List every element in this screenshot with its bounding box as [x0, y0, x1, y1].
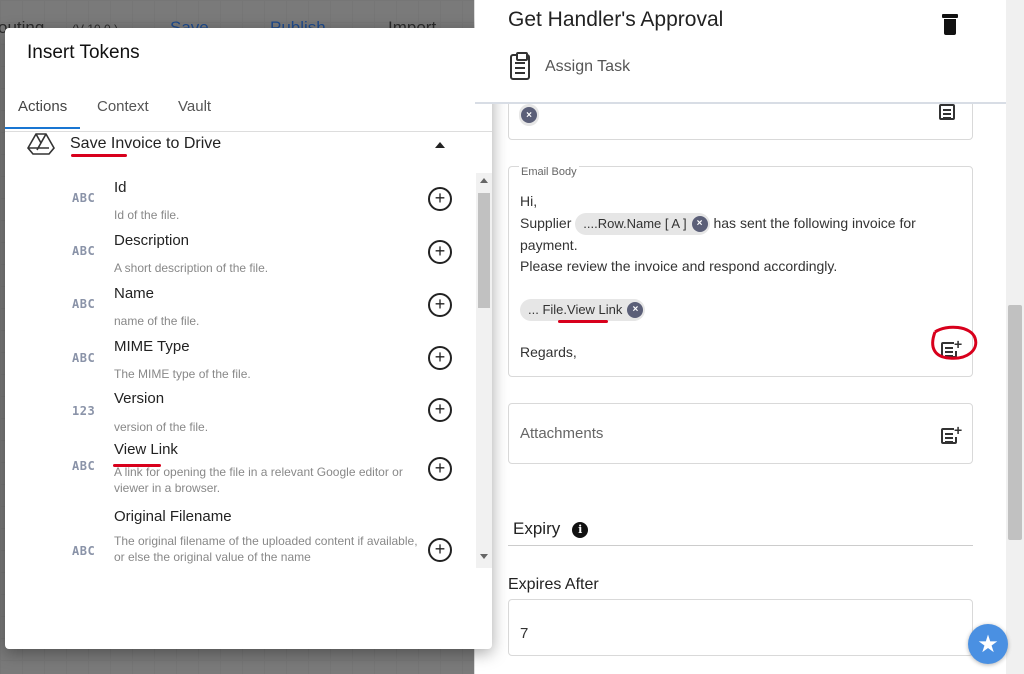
add-token-icon[interactable]: +: [428, 457, 452, 481]
trash-icon[interactable]: [942, 14, 958, 36]
attachments-field[interactable]: Attachments +: [508, 403, 973, 464]
tab-actions[interactable]: Actions: [5, 98, 81, 129]
email-body-label: Email Body: [519, 166, 579, 178]
type-badge: 123: [72, 404, 96, 418]
token-name: Description: [114, 232, 190, 249]
add-token-icon[interactable]: +: [428, 346, 452, 370]
google-drive-icon: [27, 133, 55, 155]
token-description: name of the file.: [114, 314, 200, 328]
info-icon[interactable]: i: [572, 521, 589, 538]
type-badge: ABC: [72, 191, 96, 205]
token-description: Id of the file.: [114, 208, 180, 222]
collapse-caret-icon[interactable]: [435, 142, 445, 148]
annotation-underline: [113, 464, 161, 467]
attachments-placeholder: Attachments: [520, 425, 604, 442]
token-name: MIME Type: [114, 338, 190, 355]
add-token-icon[interactable]: +: [428, 187, 452, 211]
email-body-field[interactable]: Email Body Hi, Supplier ....Row.Name [ A…: [508, 166, 973, 377]
email-line: Regards,: [520, 344, 577, 361]
email-line: payment.: [520, 236, 578, 253]
page-scrollbar-thumb[interactable]: [1008, 305, 1022, 540]
expires-after-label: Expires After: [508, 576, 599, 593]
annotation-underline: [558, 320, 608, 323]
panel-header: Get Handler's Approval Assign Task: [475, 0, 1006, 104]
tab-context[interactable]: Context: [84, 98, 162, 127]
email-text: has sent the following invoice for: [713, 214, 916, 231]
token-chip-row-name: ....Row.Name [ A ] ×: [575, 212, 710, 235]
add-token-icon[interactable]: +: [428, 398, 452, 422]
expires-after-value: 7: [520, 625, 529, 642]
add-token-icon[interactable]: +: [428, 293, 452, 317]
type-badge: ABC: [72, 297, 96, 311]
expires-after-input[interactable]: 7: [508, 599, 973, 656]
token-name: Id: [114, 179, 127, 196]
email-line: ... File.View Link ×: [520, 299, 960, 322]
group-title: Save Invoice to Drive: [70, 135, 222, 152]
token-description: The original filename of the uploaded co…: [114, 534, 418, 564]
token-description: version of the file.: [114, 420, 209, 434]
email-text: Supplier: [520, 214, 572, 231]
chip-remove-icon[interactable]: ×: [691, 215, 708, 232]
type-badge: ABC: [72, 544, 96, 558]
token-list: ABC Id Id of the file. + ABC Description…: [5, 173, 475, 573]
token-name: Original Filename: [114, 508, 232, 525]
email-line: Supplier ....Row.Name [ A ] × has sent th…: [520, 212, 960, 235]
email-line: Please review the invoice and respond ac…: [520, 258, 838, 275]
expiry-title: Expiry: [513, 519, 561, 538]
annotation-underline: [71, 154, 127, 157]
chip-remove-icon[interactable]: ×: [521, 107, 537, 123]
add-token-icon[interactable]: +: [428, 538, 452, 562]
insert-token-icon[interactable]: +: [941, 423, 963, 445]
token-name: Version: [114, 390, 165, 407]
chip-label: ....Row.Name [ A ]: [583, 216, 687, 232]
type-badge: ABC: [72, 244, 96, 258]
token-description: The MIME type of the file.: [114, 367, 251, 381]
task-label: Assign Task: [545, 58, 631, 75]
scroll-up-arrow-icon[interactable]: [480, 178, 488, 183]
token-description: A short description of the file.: [114, 261, 269, 275]
token-name: View Link: [114, 441, 178, 458]
token-description: A link for opening the file in a relevan…: [114, 465, 403, 495]
divider: [508, 545, 973, 546]
recipient-chip: ×: [519, 104, 539, 126]
step-panel: Get Handler's Approval Assign Task × Ema…: [474, 0, 1006, 674]
clipboard-icon: [510, 52, 530, 80]
scroll-down-arrow-icon[interactable]: [480, 554, 488, 559]
email-body-text: Hi, Supplier ....Row.Name [ A ] × has sen…: [520, 191, 960, 364]
add-token-icon[interactable]: +: [428, 240, 452, 264]
chip-remove-icon[interactable]: ×: [627, 302, 644, 319]
email-line: Hi,: [520, 193, 538, 209]
insert-tokens-dialog: Insert Tokens Actions Context Vault Save…: [5, 28, 492, 649]
chip-label: ... File.View Link: [528, 302, 623, 318]
token-name: Name: [114, 285, 155, 302]
expiry-section: Expiry i: [513, 519, 589, 539]
insert-token-icon[interactable]: [939, 101, 959, 121]
type-badge: ABC: [72, 351, 96, 365]
dialog-scrollbar-thumb[interactable]: [478, 193, 490, 308]
dialog-title: Insert Tokens: [27, 42, 140, 63]
dialog-tabs: Actions Context Vault: [5, 90, 492, 132]
annotation-circle: [931, 325, 978, 360]
star-fab-icon[interactable]: ★: [968, 624, 1008, 664]
tab-vault[interactable]: Vault: [165, 98, 224, 127]
token-chip-view-link: ... File.View Link ×: [520, 299, 646, 322]
type-badge: ABC: [72, 459, 96, 473]
assign-task-row: Assign Task: [510, 52, 631, 80]
panel-title: Get Handler's Approval: [508, 8, 724, 31]
